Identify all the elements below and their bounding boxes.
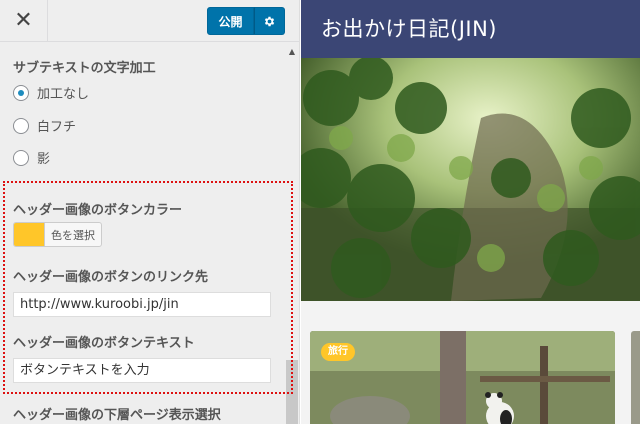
category-tag[interactable]: 旅行 [321, 343, 355, 361]
close-icon: ✕ [14, 8, 33, 33]
forest-image [301, 58, 640, 301]
customizer-panel: ✕ 公開 ▲ サブテキストの文字加工 加工なし 白フチ 影 ヘッダー画像のボタン… [0, 0, 300, 424]
radio-button[interactable] [13, 117, 29, 134]
radio-button[interactable] [13, 149, 29, 166]
color-swatch [14, 223, 45, 246]
site-preview: お出かけ日記(JIN) 旅行 [301, 0, 640, 424]
post-card-partial[interactable] [631, 331, 640, 424]
radio-label: 影 [37, 152, 51, 167]
radio-option-none[interactable]: 加工なし [13, 83, 89, 102]
radio-option-shadow[interactable]: 影 [13, 148, 50, 167]
close-button[interactable]: ✕ [0, 0, 48, 41]
color-picker-label: 色を選択 [51, 228, 95, 242]
panda-image [310, 331, 615, 424]
button-link-input[interactable]: http://www.kuroobi.jp/jin [13, 292, 271, 317]
radio-option-white-outline[interactable]: 白フチ [13, 116, 76, 135]
radio-label: 加工なし [37, 87, 90, 102]
button-color-title: ヘッダー画像のボタンカラー [13, 203, 183, 218]
site-header: お出かけ日記(JIN) [301, 0, 640, 58]
scroll-up-arrow-icon[interactable]: ▲ [286, 46, 298, 58]
color-picker-button[interactable]: 色を選択 [13, 222, 102, 247]
subtext-section-title: サブテキストの文字加工 [13, 61, 156, 76]
header-image [301, 58, 640, 301]
post-card[interactable]: 旅行 [310, 331, 615, 424]
publish-settings-button[interactable] [254, 7, 285, 35]
button-text-title: ヘッダー画像のボタンテキスト [13, 336, 195, 351]
radio-button-checked[interactable] [13, 84, 29, 101]
gear-icon [264, 16, 275, 26]
customizer-topbar: ✕ 公開 [0, 0, 299, 42]
button-link-title: ヘッダー画像のボタンのリンク先 [13, 270, 209, 285]
site-title[interactable]: お出かけ日記(JIN) [321, 13, 497, 43]
publish-button[interactable]: 公開 [207, 7, 254, 35]
radio-label: 白フチ [37, 120, 77, 135]
button-text-input[interactable]: ボタンテキストを入力 [13, 358, 271, 383]
publish-group: 公開 [207, 7, 285, 35]
lower-page-display-title: ヘッダー画像の下層ページ表示選択 [13, 408, 221, 423]
